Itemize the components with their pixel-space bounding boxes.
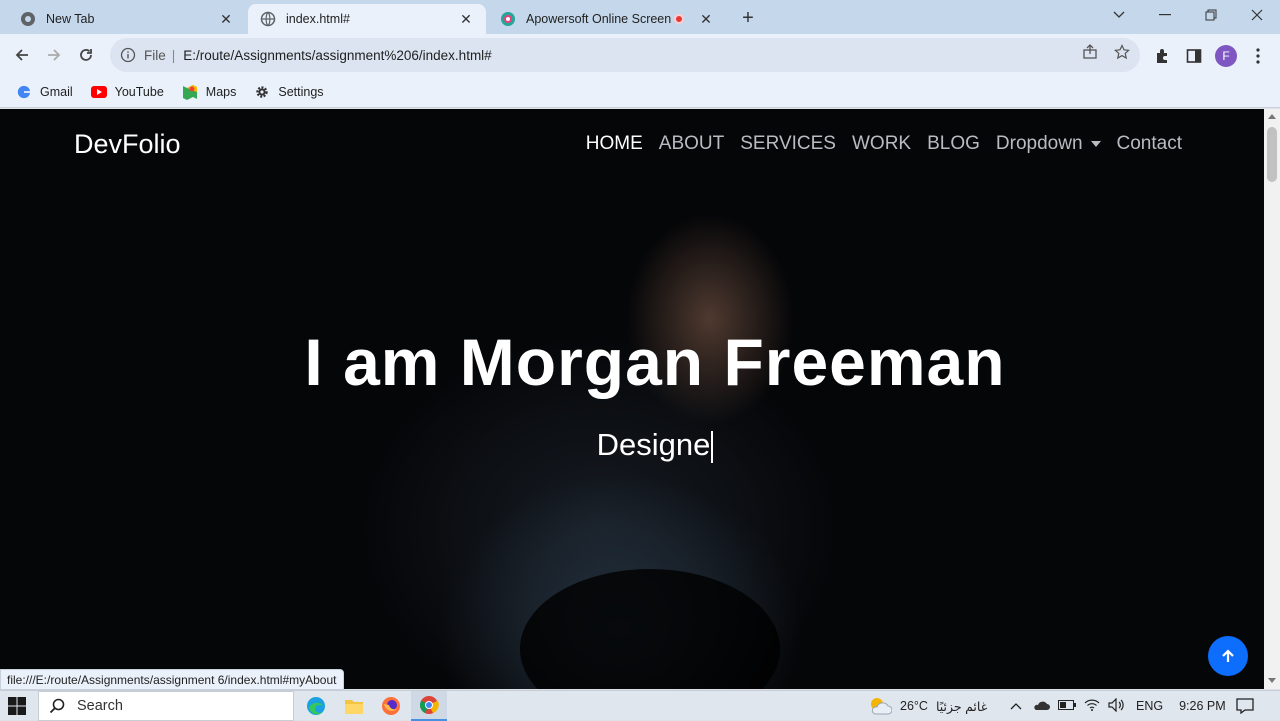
reload-icon [80, 49, 92, 61]
weather-description: غائم جزئيًا [935, 699, 988, 714]
system-tray: ENG 9:26 PM [1010, 691, 1226, 721]
weather-temp: 26°C [900, 699, 928, 713]
globe-icon [260, 11, 276, 27]
clock-time[interactable]: 9:26 PM [1179, 699, 1226, 713]
weather-widget[interactable]: 26°C غائم جزئيًا [868, 691, 987, 721]
back-to-top-button[interactable] [1208, 636, 1248, 676]
notifications-icon[interactable] [1236, 691, 1254, 721]
firefox-icon[interactable] [373, 691, 409, 721]
separator: | [171, 47, 176, 63]
site-nav: HOME ABOUT SERVICES WORK BLOG Dropdown C… [586, 133, 1182, 155]
bookmark-maps[interactable]: Maps [182, 84, 237, 100]
recording-indicator-icon [674, 14, 684, 24]
bookmark-label: YouTube [114, 84, 164, 99]
back-button[interactable] [7, 40, 37, 70]
bookmark-label: Settings [278, 84, 324, 99]
tab-index-html[interactable]: index.html# ✕ [248, 4, 486, 34]
nav-work[interactable]: WORK [852, 133, 911, 155]
url-text[interactable]: E:/route/Assignments/assignment%206/inde… [183, 48, 491, 63]
onedrive-icon[interactable] [1032, 699, 1050, 714]
arrow-left-icon [15, 49, 28, 61]
nav-dropdown-label: Dropdown [995, 133, 1083, 154]
gmail-icon [16, 84, 32, 100]
tab-search-icon[interactable] [1096, 0, 1142, 30]
close-window-button[interactable] [1234, 0, 1280, 30]
partly-cloudy-icon [871, 698, 892, 715]
bookmark-label: Gmail [40, 84, 73, 99]
typed-text: Designe [596, 427, 711, 462]
bookmark-youtube[interactable]: YouTube [90, 84, 164, 100]
menu-kebab-icon[interactable] [1244, 42, 1272, 70]
site-brand[interactable]: DevFolio [74, 129, 181, 160]
bookmark-star-icon[interactable] [1108, 38, 1136, 66]
page-scrollbar[interactable] [1264, 109, 1280, 689]
hero-title: I am Morgan Freeman [304, 325, 1006, 399]
nav-dropdown[interactable]: Dropdown [996, 133, 1101, 155]
caret-down-icon [1090, 140, 1101, 147]
wifi-icon[interactable] [1084, 699, 1100, 714]
status-bar-url: file:///E:/route/Assignments/assignment … [0, 669, 344, 690]
taskbar-search[interactable]: Search [38, 691, 294, 721]
new-tab-button[interactable]: + [736, 6, 760, 30]
battery-icon[interactable] [1058, 699, 1076, 713]
search-icon [49, 698, 65, 714]
tab-title: index.html# [286, 12, 350, 26]
tab-new-tab[interactable]: New Tab ✕ [8, 4, 246, 34]
nav-blog[interactable]: BLOG [927, 133, 980, 155]
gear-icon [254, 84, 270, 100]
bookmark-gmail[interactable]: Gmail [16, 84, 73, 100]
chevron-up-icon[interactable] [1010, 699, 1022, 713]
maps-icon [182, 84, 198, 100]
profile-button[interactable]: F [1212, 42, 1240, 70]
scroll-up-icon[interactable] [1268, 114, 1276, 119]
windows-start-icon[interactable] [8, 697, 28, 717]
restore-button[interactable] [1188, 0, 1234, 30]
scroll-thumb[interactable] [1267, 127, 1277, 182]
apowersoft-icon [500, 11, 516, 27]
taskbar: Search 26°C غائم جزئيًا ENG 9:26 PM [0, 690, 1280, 721]
language-indicator[interactable]: ENG [1136, 699, 1163, 713]
nav-services[interactable]: SERVICES [740, 133, 836, 155]
close-tab-icon[interactable]: ✕ [698, 11, 714, 27]
nav-about[interactable]: ABOUT [659, 133, 724, 155]
minimize-button[interactable] [1142, 0, 1188, 30]
tab-strip: New Tab ✕ index.html# ✕ Apowersoft Onlin… [0, 0, 1280, 34]
edge-icon[interactable] [298, 691, 334, 721]
file-explorer-icon[interactable] [336, 691, 372, 721]
scroll-down-icon[interactable] [1268, 678, 1276, 683]
chrome-icon [20, 11, 36, 27]
taskbar-search-label: Search [77, 698, 123, 714]
browser-toolbar: File | E:/route/Assignments/assignment%2… [0, 34, 1280, 76]
scheme-label: File [144, 47, 166, 63]
side-panel-icon[interactable] [1180, 42, 1208, 70]
address-bar[interactable]: File | E:/route/Assignments/assignment%2… [110, 38, 1140, 72]
nav-contact[interactable]: Contact [1117, 133, 1182, 155]
avatar: F [1215, 45, 1237, 67]
bookmark-settings[interactable]: Settings [254, 84, 324, 100]
bookmark-label: Maps [205, 84, 237, 99]
bookmarks-bar: Gmail YouTube Maps Settings [0, 76, 1280, 108]
nav-home[interactable]: HOME [586, 133, 643, 155]
share-icon[interactable] [1076, 38, 1104, 66]
typing-cursor [711, 430, 714, 463]
volume-icon[interactable] [1108, 697, 1124, 715]
webpage: DevFolio HOME ABOUT SERVICES WORK BLOG D… [0, 109, 1264, 689]
forward-button[interactable] [39, 40, 69, 70]
close-tab-icon[interactable]: ✕ [218, 11, 234, 27]
arrow-up-icon [1222, 649, 1234, 662]
info-icon[interactable] [120, 47, 136, 63]
arrow-right-icon [48, 49, 61, 61]
chrome-taskbar-icon[interactable] [411, 691, 447, 721]
extensions-icon[interactable] [1148, 42, 1176, 70]
youtube-icon [90, 84, 107, 100]
hero-typed-text: Designe [0, 427, 1264, 463]
tab-title: New Tab [46, 12, 95, 26]
close-tab-icon[interactable]: ✕ [458, 11, 474, 27]
reload-button[interactable] [71, 40, 101, 70]
tab-apowersoft[interactable]: Apowersoft Online Screen R ✕ [488, 4, 726, 34]
tab-title: Apowersoft Online Screen R [526, 12, 674, 26]
